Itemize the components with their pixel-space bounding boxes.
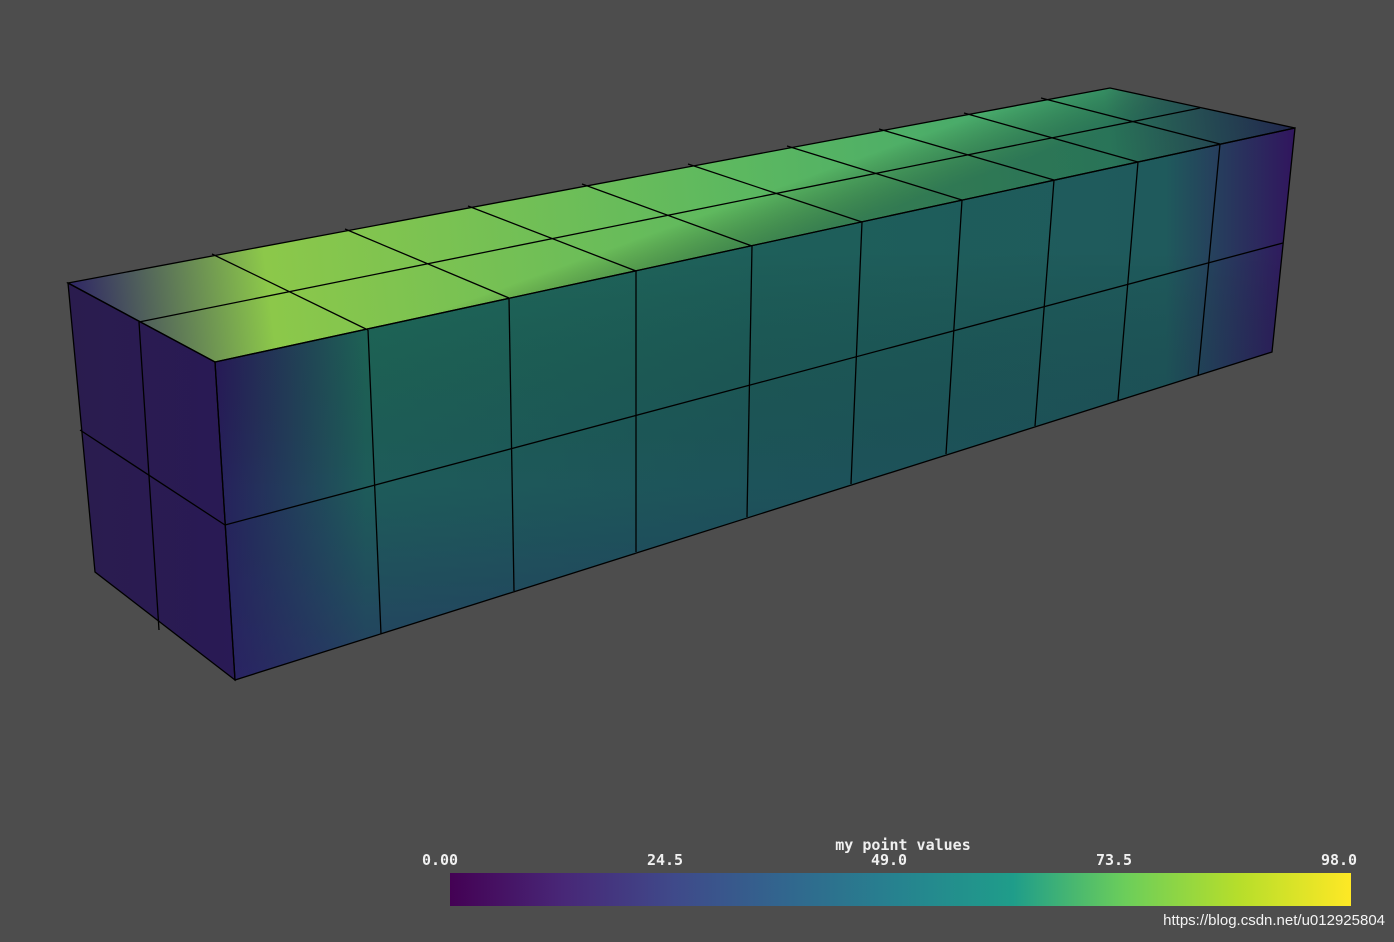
scalar-bar-tick-label: 49.0: [870, 851, 908, 869]
scalar-bar-tick-label: 0.00: [421, 851, 459, 869]
3d-viewport[interactable]: [0, 0, 1394, 942]
scalar-bar-tick-label: 98.0: [1320, 851, 1358, 869]
mesh-box: [66, 87, 1296, 682]
scalar-bar-gradient: [450, 873, 1351, 906]
scalar-bar-tick-label: 24.5: [646, 851, 684, 869]
scalar-bar-tick-label: 73.5: [1095, 851, 1133, 869]
watermark-url: https://blog.csdn.net/u012925804: [1163, 912, 1385, 929]
